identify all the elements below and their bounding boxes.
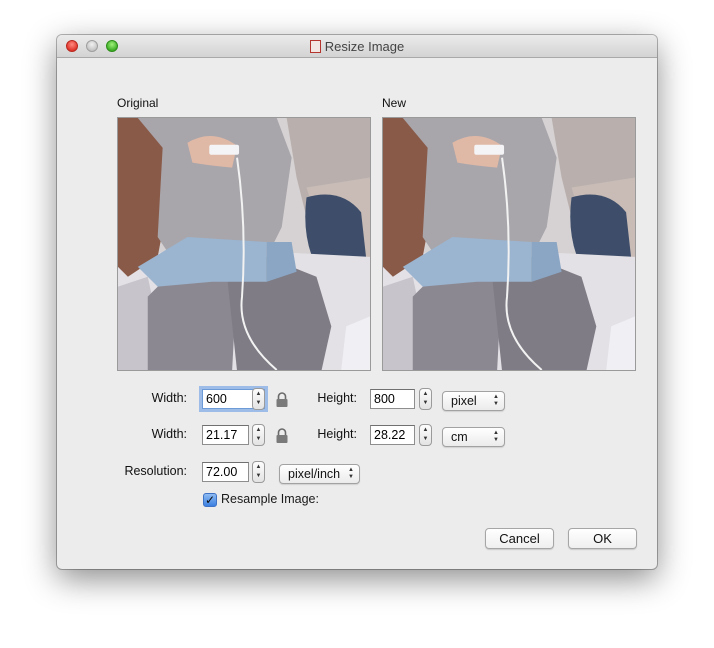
pixel-unit-value: pixel (451, 394, 477, 408)
cm-height-stepper[interactable]: ▲ ▼ (419, 424, 432, 446)
lock-icon[interactable] (275, 428, 289, 444)
ok-button[interactable]: OK (568, 528, 637, 549)
cm-unit-value: cm (451, 430, 468, 444)
resample-label: Resample Image: (221, 492, 319, 506)
cm-width-label: Width: (151, 427, 187, 441)
pixel-height-label: Height: (317, 391, 357, 405)
resolution-label: Resolution: (124, 464, 187, 478)
pixel-unit-popup[interactable]: pixel ▲ ▼ (442, 391, 505, 411)
resolution-unit-value: pixel/inch (288, 467, 341, 481)
resolution-unit-popup[interactable]: pixel/inch ▲ ▼ (279, 464, 360, 484)
pixel-height-input[interactable] (370, 389, 415, 409)
cm-unit-popup[interactable]: cm ▲ ▼ (442, 427, 505, 447)
lock-icon[interactable] (275, 392, 289, 408)
popup-arrows-icon: ▲ ▼ (493, 394, 499, 407)
cm-height-input[interactable] (370, 425, 415, 445)
cm-height-label: Height: (317, 427, 357, 441)
original-label: Original (117, 96, 159, 110)
resolution-stepper[interactable]: ▲ ▼ (252, 461, 265, 483)
document-icon (309, 39, 321, 53)
pixel-width-label: Width: (151, 391, 187, 405)
cancel-button[interactable]: Cancel (485, 528, 554, 549)
resize-image-dialog: Resize Image Original New Width: 600 ▲ ▼… (57, 35, 657, 569)
new-image-preview (382, 117, 636, 371)
window-title: Resize Image (324, 38, 405, 54)
new-label: New (382, 96, 407, 110)
resample-checkbox[interactable]: ✓ (203, 493, 217, 507)
pixel-height-stepper[interactable]: ▲ ▼ (419, 388, 432, 410)
resolution-input[interactable] (202, 462, 249, 482)
cm-width-stepper[interactable]: ▲ ▼ (252, 424, 265, 446)
window-title-area: Resize Image (57, 35, 657, 57)
original-image-preview (117, 117, 371, 371)
cm-width-input[interactable] (202, 425, 249, 445)
title-bar[interactable]: Resize Image (57, 35, 657, 58)
popup-arrows-icon: ▲ ▼ (493, 430, 499, 443)
pixel-width-stepper[interactable]: ▲ ▼ (252, 388, 265, 410)
new-photo (383, 118, 635, 370)
original-photo (118, 118, 370, 370)
popup-arrows-icon: ▲ ▼ (348, 467, 354, 480)
